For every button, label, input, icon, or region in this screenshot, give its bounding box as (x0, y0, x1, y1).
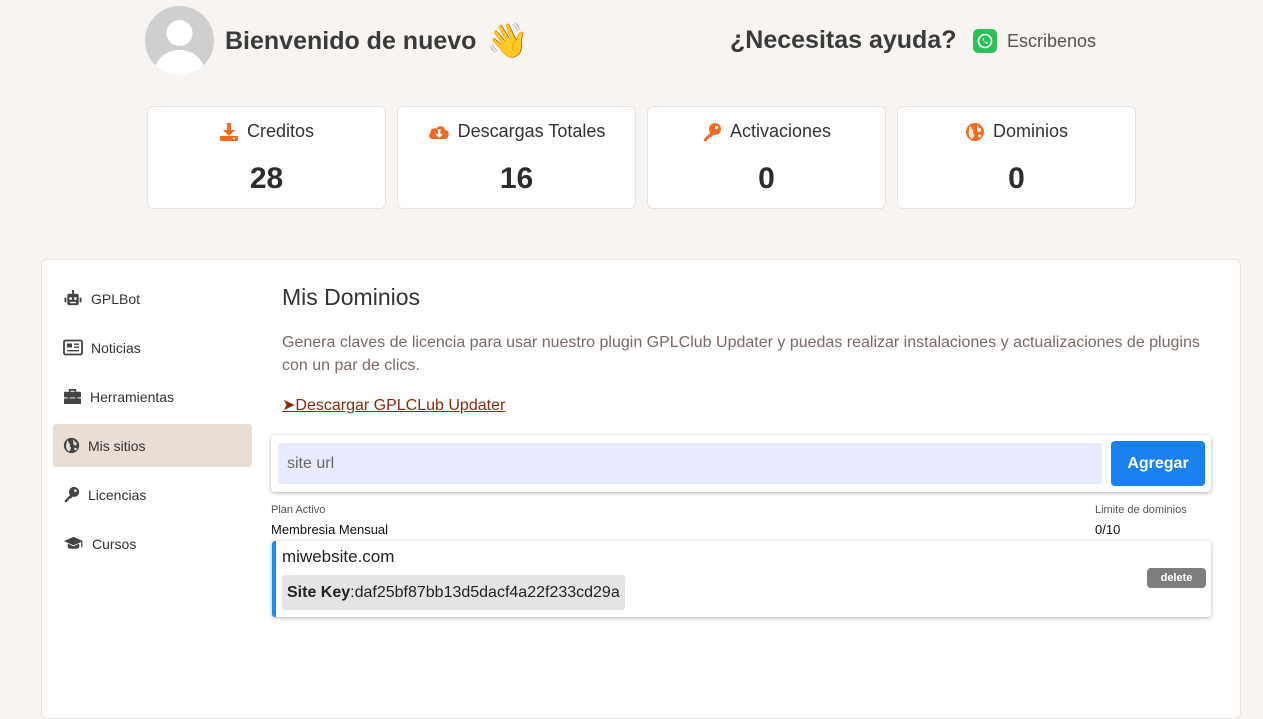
sidebar-item-label: Mis sitios (88, 437, 146, 454)
whatsapp-contact-link[interactable]: Escribenos (973, 29, 1096, 53)
welcome-heading: Bienvenido de nuevo 👋 (225, 24, 529, 58)
stat-value: 16 (499, 162, 534, 195)
plan-label: Plan Activo (271, 504, 326, 516)
sidebar-item-label: GPLBot (91, 290, 141, 307)
cloud-download-icon (428, 125, 449, 139)
download-icon (219, 122, 238, 141)
help-heading: ¿Necesitas ayuda? (730, 26, 957, 54)
stat-label: Dominios (992, 121, 1069, 141)
newspaper-icon (63, 339, 83, 356)
download-updater-link[interactable]: ➤Descargar GPLCLub Updater (282, 395, 505, 415)
sidebar-item-label: Herramientas (90, 388, 175, 405)
domain-limit-value: 0/10 (1095, 522, 1121, 537)
toolbox-icon (64, 389, 81, 405)
stat-card-descargas: Descargas Totales 16 (397, 106, 636, 209)
add-site-button[interactable]: Agregar (1111, 441, 1205, 486)
page-title: Mis Dominios (282, 284, 421, 310)
sidebar-item-gplbot[interactable]: GPLBot (53, 277, 252, 320)
delete-site-button[interactable]: delete (1147, 568, 1206, 588)
plan-value: Membresia Mensual (271, 522, 389, 537)
sidebar-item-label: Cursos (92, 535, 137, 552)
domains-section: Mis Dominios Genera claves de licencia p… (282, 284, 1212, 415)
stats-row: Creditos 28 Descargas Totales 16 Activac… (147, 106, 1136, 209)
key-icon (703, 122, 721, 141)
sidebar-item-herramientas[interactable]: Herramientas (53, 375, 252, 418)
stat-value: 0 (1008, 162, 1025, 195)
sidebar-item-licencias[interactable]: Licencias (53, 473, 252, 516)
site-key: Site Key:daf25bf87bb13d5dacf4a22f233cd29… (282, 575, 625, 610)
stat-label: Activaciones (729, 121, 832, 141)
contact-label: Escribenos (1007, 30, 1097, 51)
stat-card-creditos: Creditos 28 (147, 106, 386, 209)
site-url-input[interactable] (278, 443, 1102, 484)
domains-description: Genera claves de licencia para usar nues… (282, 334, 1200, 374)
stat-card-dominios: Dominios 0 (897, 106, 1136, 209)
site-key-value: :daf25bf87bb13d5dacf4a22f233cd29a (350, 583, 620, 601)
main-panel: GPLBot Noticias Herramientas Mis sitios … (41, 259, 1241, 719)
stat-card-activaciones: Activaciones 0 (647, 106, 886, 209)
globe-icon (63, 437, 80, 454)
robot-icon (64, 290, 82, 306)
globe-icon (965, 122, 984, 141)
key-icon (64, 486, 80, 503)
top-bar: Bienvenido de nuevo 👋 ¿Necesitas ayuda? … (0, 0, 1263, 90)
site-domain: miwebsite.com (282, 547, 395, 566)
waving-hand-icon: 👋 (486, 22, 529, 60)
site-key-label: Site Key (287, 583, 351, 601)
graduation-cap-icon (63, 536, 84, 549)
stat-value: 28 (249, 162, 284, 195)
sidebar: GPLBot Noticias Herramientas Mis sitios … (53, 277, 252, 571)
avatar[interactable] (145, 6, 214, 75)
stat-label: Creditos (246, 121, 315, 141)
sidebar-item-noticias[interactable]: Noticias (53, 326, 252, 369)
domain-limit-label: Limite de dominios (1095, 504, 1187, 516)
site-card: miwebsite.com Site Key:daf25bf87bb13d5da… (272, 541, 1211, 617)
sidebar-item-cursos[interactable]: Cursos (53, 522, 252, 565)
add-site-form: Agregar (271, 435, 1211, 492)
welcome-text: Bienvenido de nuevo (225, 26, 477, 55)
sidebar-item-label: Noticias (91, 339, 141, 356)
whatsapp-icon (973, 29, 997, 53)
sidebar-item-mis-sitios[interactable]: Mis sitios (53, 424, 252, 467)
stat-label: Descargas Totales (457, 121, 606, 141)
stat-value: 0 (758, 162, 775, 195)
sidebar-item-label: Licencias (88, 486, 147, 503)
